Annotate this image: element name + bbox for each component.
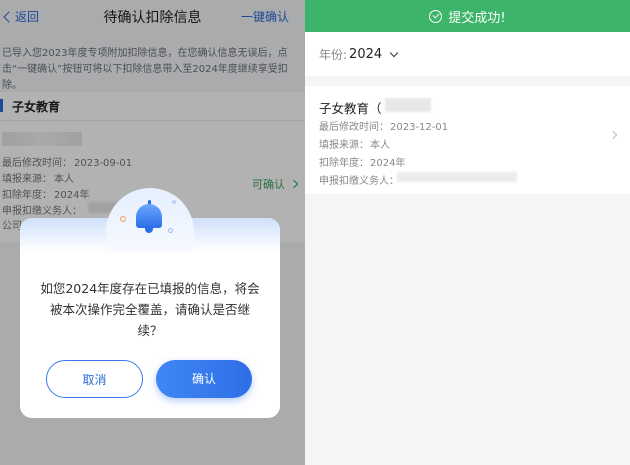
year-selector-value: 2024: [349, 46, 383, 62]
record-year-label: 扣除年度：: [319, 158, 369, 169]
redacted-agent-name: [397, 172, 517, 182]
record-year-value: 2024年: [370, 158, 406, 169]
bell-icon: [136, 204, 162, 233]
record-modified-label: 最后修改时间：: [319, 122, 389, 133]
year-selector[interactable]: 年份: 2024: [305, 32, 630, 76]
cancel-button[interactable]: 取消: [46, 360, 143, 398]
year-selector-label: 年份:: [319, 47, 348, 62]
decor-dot: [172, 200, 176, 204]
left-screen: 返回 待确认扣除信息 一键确认 已导入您2023年度专项附加扣除信息，在您确认信…: [0, 0, 305, 465]
record-source-value: 本人: [370, 140, 390, 151]
chevron-down-icon: [389, 48, 399, 57]
record-source-row: 填报来源：本人: [319, 136, 390, 151]
success-text: 提交成功!: [448, 10, 506, 26]
record-modified-value: 2023-12-01: [390, 122, 449, 133]
record-title: 子女教育（: [319, 101, 382, 116]
confirm-button[interactable]: 确认: [156, 360, 252, 398]
record-agent-label: 申报扣缴义务人：: [319, 176, 399, 187]
decor-dot: [168, 228, 173, 233]
success-banner: 提交成功!: [305, 0, 630, 32]
decor-dot: [120, 216, 126, 222]
dialog-message: 如您2024年度存在已填报的信息，将会被本次操作完全覆盖，请确认是否继续？: [40, 281, 260, 338]
record-year-row: 扣除年度：2024年: [319, 154, 405, 169]
confirm-dialog: 如您2024年度存在已填报的信息，将会被本次操作完全覆盖，请确认是否继续？ 取消…: [20, 188, 280, 418]
record-modified-row: 最后修改时间：2023-12-01: [319, 118, 448, 133]
record-agent-row: 申报扣缴义务人：: [319, 172, 399, 187]
right-screen: 提交成功! 年份: 2024 子女教育（ 最后修改时间：2023-12-01 填…: [305, 0, 630, 465]
redacted-child-name: [385, 98, 431, 112]
check-circle-icon: [429, 9, 443, 23]
deduction-record-card[interactable]: 子女教育（ 最后修改时间：2023-12-01 填报来源：本人 扣除年度：202…: [305, 86, 630, 194]
record-source-label: 填报来源：: [319, 140, 369, 151]
chevron-right-icon: [608, 130, 618, 140]
